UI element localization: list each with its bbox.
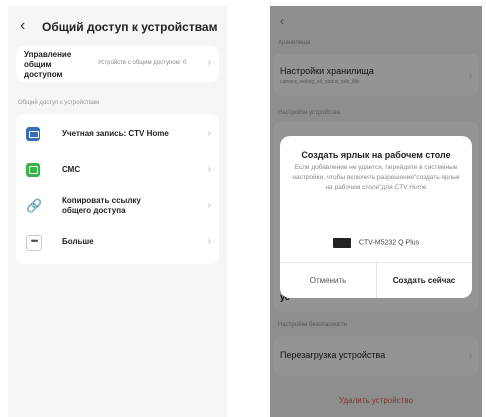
section-label: Общий доступ к устройствам	[18, 100, 100, 106]
device-settings-screen: ‹ Хранилище Настройки хранилища camera_s…	[270, 6, 482, 417]
chevron-right-icon: ›	[207, 236, 211, 247]
dialog-message: Если добавление не удается, перейдите в …	[292, 164, 460, 191]
create-shortcut-dialog: Создать ярлык на рабочем столе Если доба…	[280, 136, 472, 298]
device-info: CTV-M5232 Q Plus	[280, 234, 472, 248]
link-icon: 🔗	[26, 198, 43, 213]
chevron-right-icon: ›	[207, 57, 211, 68]
list-item-label: Больше	[62, 237, 94, 246]
cancel-button[interactable]: Отменить	[280, 263, 376, 298]
manage-sharing-label: Управление общим доступом	[24, 50, 72, 79]
back-button[interactable]: ‹	[20, 17, 25, 35]
more-icon: •••	[26, 235, 42, 251]
shared-devices-count: Устройств с общим доступом: 0	[98, 60, 187, 66]
share-via-sms[interactable]: СМС ›	[16, 152, 219, 188]
copy-share-link[interactable]: 🔗 Копировать ссылку общего доступа ›	[16, 188, 219, 224]
account-icon	[26, 127, 40, 141]
header: ‹ Общий доступ к устройствам	[8, 14, 227, 40]
list-item-label: Учетная запись: CTV Home	[62, 129, 169, 138]
create-now-button[interactable]: Создать сейчас	[376, 263, 472, 298]
tv-icon	[332, 237, 351, 248]
share-devices-screen: ‹ Общий доступ к устройствам Управление …	[8, 6, 227, 417]
list-item-label: Копировать ссылку общего доступа	[62, 196, 141, 215]
manage-sharing-row[interactable]: Управление общим доступом Устройств с об…	[16, 46, 219, 82]
share-options-list: Учетная запись: CTV Home › СМС › 🔗 Копир…	[16, 114, 219, 264]
chevron-right-icon: ›	[207, 128, 211, 139]
chevron-right-icon: ›	[207, 200, 211, 211]
more-options[interactable]: ••• Больше ›	[16, 224, 219, 260]
sms-icon	[26, 163, 40, 177]
share-via-account[interactable]: Учетная запись: CTV Home ›	[16, 116, 219, 152]
dialog-title: Создать ярлык на рабочем столе	[301, 150, 451, 160]
page-title: Общий доступ к устройствам	[42, 20, 218, 34]
device-name: CTV-M5232 Q Plus	[358, 239, 420, 247]
chevron-right-icon: ›	[207, 164, 211, 175]
list-item-label: СМС	[62, 165, 81, 174]
